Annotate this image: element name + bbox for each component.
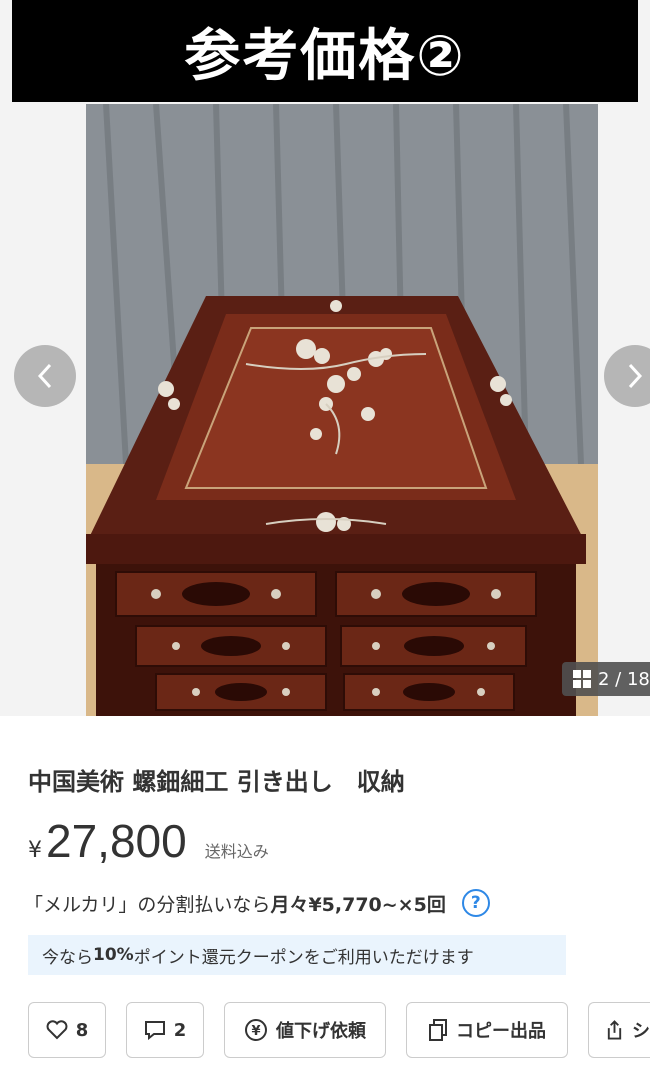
product-photo[interactable] [86, 104, 598, 716]
product-price: 27,800 [46, 815, 187, 867]
copy-listing-label: コピー出品 [456, 1021, 546, 1042]
next-image-button[interactable] [604, 345, 650, 407]
banner-title: 参考価格② [12, 0, 638, 102]
coupon-banner[interactable]: 今なら 10% ポイント還元クーポンをご利用いただけます [28, 935, 566, 975]
price-down-label: 値下げ依頼 [276, 1021, 366, 1042]
image-counter[interactable]: 2 / 18 [562, 662, 650, 696]
coupon-prefix: 今なら [42, 947, 93, 968]
chevron-right-icon [628, 363, 643, 389]
product-title: 中国美術 螺鈿細工 引き出し 収納 [28, 768, 405, 796]
comment-icon [144, 1021, 165, 1040]
price-row: ¥ 27,800 送料込み [28, 814, 269, 868]
help-icon[interactable]: ? [461, 889, 490, 917]
comment-button[interactable]: 2 [126, 1002, 204, 1058]
image-gallery[interactable]: 2 / 18 [0, 102, 650, 716]
comment-count: 2 [173, 1019, 187, 1041]
image-counter-label: 2 / 18 [598, 668, 650, 690]
reference-banner: 参考価格② [0, 0, 650, 108]
previous-image-button[interactable] [14, 345, 76, 407]
currency-symbol: ¥ [28, 838, 42, 863]
grid-icon [573, 670, 591, 688]
svg-text:¥: ¥ [251, 1024, 260, 1039]
share-button[interactable]: シ [588, 1002, 650, 1058]
chevron-left-icon [37, 363, 52, 389]
installment-amount: 月々¥5,770~×5回 [270, 893, 446, 916]
yen-circle-icon: ¥ [245, 1019, 267, 1041]
price-down-request-button[interactable]: ¥ 値下げ依頼 [224, 1002, 386, 1058]
coupon-suffix: ポイント還元クーポンをご利用いただけます [133, 947, 474, 968]
heart-icon [46, 1020, 68, 1040]
like-count: 8 [75, 1019, 89, 1041]
shipping-label: 送料込み [204, 842, 269, 861]
like-button[interactable]: 8 [28, 1002, 106, 1058]
share-label: シ [632, 1021, 650, 1042]
copy-icon [429, 1019, 447, 1041]
installment-info: 「メルカリ」の分割払いなら 月々¥5,770~×5回 ? [24, 889, 490, 917]
installment-prefix: 「メルカリ」の分割払いなら [24, 893, 271, 916]
coupon-rate: 10% [93, 945, 134, 965]
copy-listing-button[interactable]: コピー出品 [406, 1002, 568, 1058]
share-icon [607, 1020, 622, 1040]
